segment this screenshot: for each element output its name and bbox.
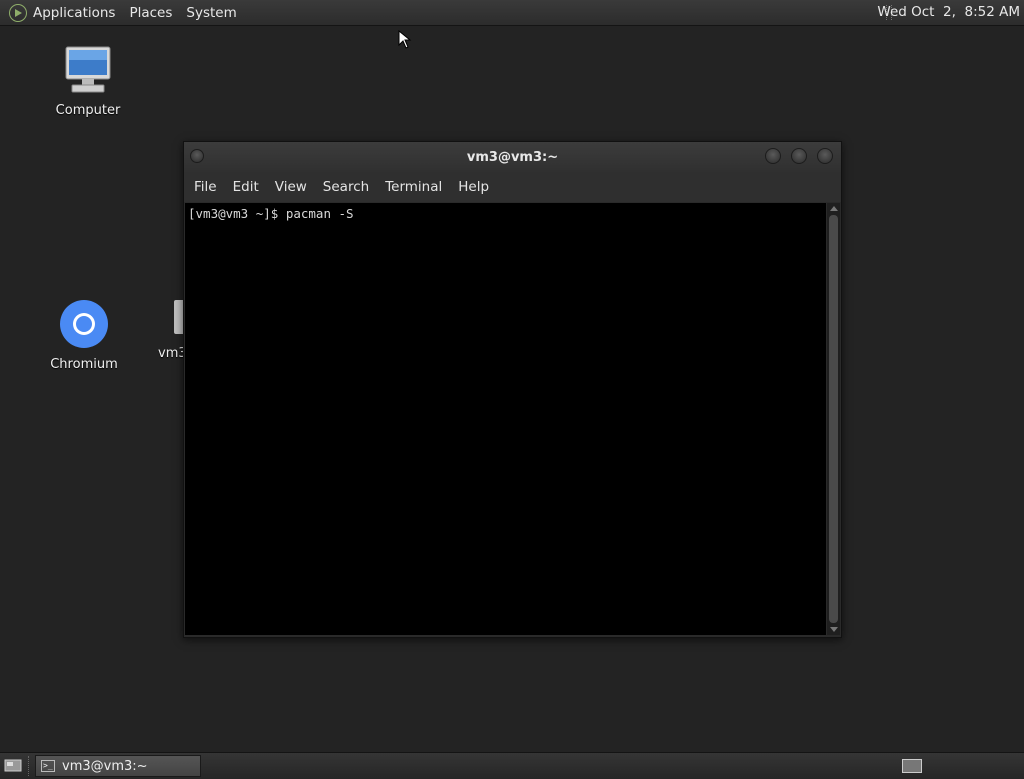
terminal-output[interactable]: [vm3@vm3 ~]$ pacman -S xyxy=(185,203,826,635)
mouse-cursor-icon xyxy=(398,30,412,49)
scroll-down-icon[interactable] xyxy=(830,627,838,632)
computer-icon xyxy=(65,46,111,93)
desktop-icon-label: Chromium xyxy=(50,357,118,372)
terminal-scrollbar[interactable] xyxy=(827,203,840,635)
menu-search[interactable]: Search xyxy=(323,179,369,195)
window-title: vm3@vm3:~ xyxy=(466,149,559,165)
terminal-window[interactable]: vm3@vm3:~ File Edit View Search Terminal… xyxy=(183,141,842,638)
taskbar-item-label: vm3@vm3:~ xyxy=(62,758,148,774)
terminal-line: [vm3@vm3 ~]$ pacman -S xyxy=(188,206,354,221)
scroll-up-icon[interactable] xyxy=(830,206,838,211)
menu-edit[interactable]: Edit xyxy=(233,179,259,195)
menu-help[interactable]: Help xyxy=(458,179,489,195)
clock[interactable]: Wed Oct 2, 8:52 AM xyxy=(877,4,1020,20)
window-titlebar[interactable]: vm3@vm3:~ xyxy=(184,142,841,172)
minimize-button[interactable] xyxy=(765,148,781,164)
menu-file[interactable]: File xyxy=(194,179,217,195)
window-menu-button[interactable] xyxy=(190,149,204,163)
taskbar-item-terminal[interactable]: >_ vm3@vm3:~ xyxy=(35,755,201,777)
system-menu[interactable]: System xyxy=(186,5,236,21)
chromium-icon xyxy=(60,300,108,348)
menu-terminal[interactable]: Terminal xyxy=(385,179,442,195)
bottom-panel: >_ vm3@vm3:~ xyxy=(0,752,1024,779)
maximize-button[interactable] xyxy=(791,148,807,164)
terminal-icon: >_ xyxy=(41,760,55,772)
desktop-icon-computer[interactable]: Computer xyxy=(52,44,124,118)
scroll-thumb[interactable] xyxy=(829,215,838,623)
desktop-icon-label: Computer xyxy=(55,103,121,118)
places-menu[interactable]: Places xyxy=(129,5,172,21)
applications-menu[interactable]: Applications xyxy=(33,5,115,21)
terminal-menubar: File Edit View Search Terminal Help xyxy=(184,172,841,202)
show-desktop-icon[interactable] xyxy=(4,758,22,772)
top-panel: Applications Places System Wed Oct 2, 8:… xyxy=(0,0,1024,26)
menu-view[interactable]: View xyxy=(275,179,307,195)
distro-logo-icon[interactable] xyxy=(9,3,27,22)
close-button[interactable] xyxy=(817,148,833,164)
workspace-switcher[interactable] xyxy=(902,759,922,773)
panel-separator xyxy=(28,756,32,776)
desktop-icon-chromium[interactable]: Chromium xyxy=(48,298,120,372)
